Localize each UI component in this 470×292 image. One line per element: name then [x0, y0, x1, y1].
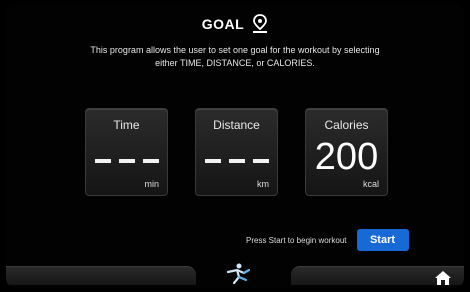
start-row: Press Start to begin workout Start [246, 229, 409, 251]
goal-screen: GOAL This program allows the user to set… [6, 4, 464, 288]
home-icon[interactable] [434, 270, 452, 288]
time-value-placeholder [86, 159, 167, 163]
page-title: GOAL [201, 16, 245, 32]
distance-label: Distance [213, 118, 260, 132]
calories-goal-card[interactable]: Calories 200 kcal [305, 108, 388, 196]
description-line-2: either TIME, DISTANCE, or CALORIES. [155, 58, 315, 68]
time-label: Time [113, 118, 140, 132]
calories-value: 200 [314, 136, 379, 178]
distance-value-placeholder [196, 159, 277, 163]
description: This program allows the user to set one … [24, 44, 446, 70]
bottom-bar-left [6, 266, 196, 285]
distance-unit: km [257, 179, 269, 189]
location-pin-icon [252, 14, 268, 34]
calories-label: Calories [324, 118, 369, 132]
start-button[interactable]: Start [356, 229, 409, 251]
description-line-1: This program allows the user to set one … [90, 45, 380, 55]
goal-cards: Time min Distance km Calories 200 kcal [85, 108, 388, 196]
start-hint: Press Start to begin workout [246, 235, 347, 245]
time-goal-card[interactable]: Time min [85, 108, 168, 196]
time-unit: min [144, 179, 159, 189]
distance-goal-card[interactable]: Distance km [195, 108, 278, 196]
calories-unit: kcal [362, 179, 379, 189]
header: GOAL [6, 14, 464, 34]
exercise-figure-icon [224, 262, 252, 288]
